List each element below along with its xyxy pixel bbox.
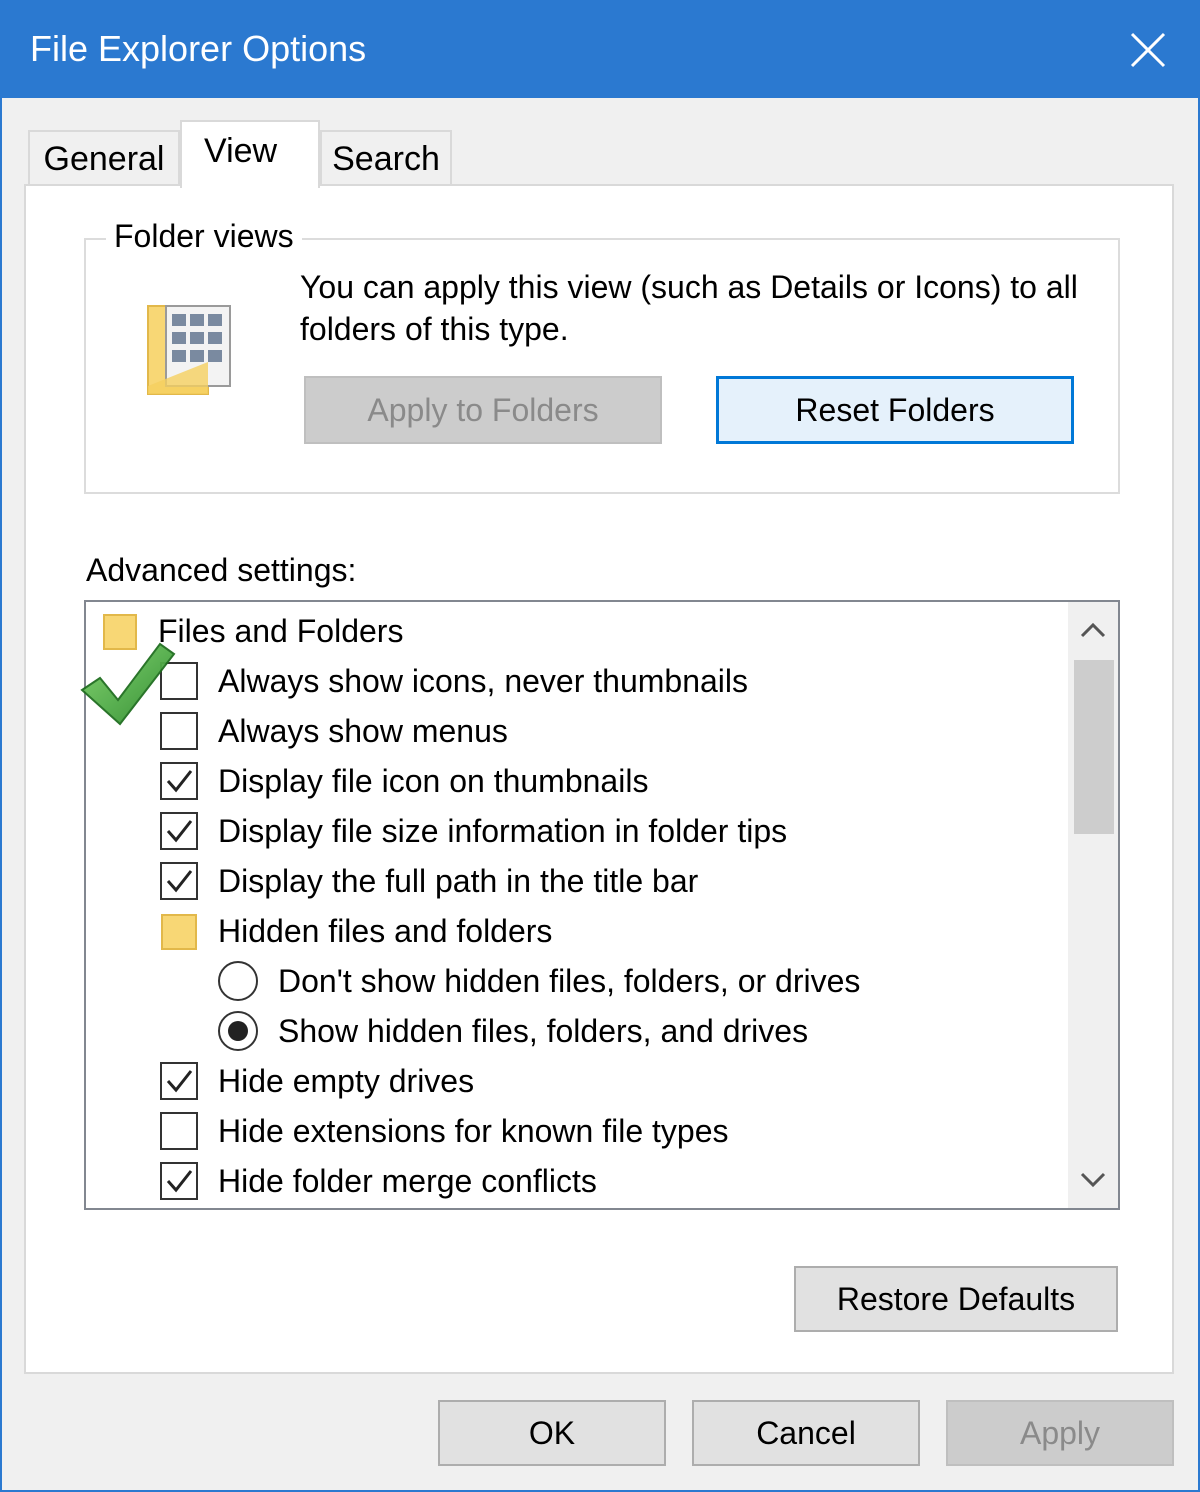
folder-icon <box>161 914 197 950</box>
advanced-settings-list[interactable]: Files and Folders Always show icons, nev… <box>84 600 1120 1210</box>
window-title: File Explorer Options <box>30 28 367 69</box>
radio-button[interactable] <box>218 961 258 1001</box>
ok-button[interactable]: OK <box>438 1400 666 1466</box>
list-item-label: Display file icon on thumbnails <box>218 762 649 799</box>
checkmark-icon <box>166 1070 193 1093</box>
scroll-up-button[interactable] <box>1068 602 1118 658</box>
list-item[interactable]: Display file size information in folder … <box>160 806 787 856</box>
vertical-scrollbar[interactable] <box>1068 602 1118 1208</box>
list-item-label: Display the full path in the title bar <box>218 862 699 899</box>
list-item[interactable]: Display file icon on thumbnails <box>160 756 648 806</box>
list-item[interactable]: Hide empty drives <box>160 1056 474 1106</box>
apply-to-folders-button[interactable]: Apply to Folders <box>304 376 662 444</box>
scrollbar-thumb[interactable] <box>1074 660 1114 834</box>
list-item-label: Files and Folders <box>158 612 404 649</box>
list-item[interactable]: Show hidden files, folders, and drives <box>218 1006 808 1056</box>
list-item-label: Show hidden files, folders, and drives <box>278 1012 809 1049</box>
tab-view[interactable]: View <box>180 120 320 188</box>
checkbox[interactable] <box>160 862 198 900</box>
checkmark-icon <box>166 820 193 843</box>
apply-button[interactable]: Apply <box>946 1400 1174 1466</box>
checkmark-icon <box>166 1170 193 1193</box>
checkbox[interactable] <box>160 1162 198 1200</box>
radio-selected-dot <box>228 1021 248 1041</box>
close-icon <box>1130 32 1166 68</box>
radio-button[interactable] <box>218 1011 258 1051</box>
list-item[interactable]: Don't show hidden files, folders, or dri… <box>218 956 860 1006</box>
advanced-settings-label: Advanced settings: <box>86 552 357 588</box>
file-explorer-options-dialog: File Explorer Options General View Searc… <box>0 0 1200 1492</box>
checkmark-icon <box>166 770 193 793</box>
view-tab-panel: Folder views You can apply this view (su… <box>24 184 1174 1374</box>
list-item-label: Hide empty drives <box>218 1062 475 1099</box>
tab-search[interactable]: Search <box>320 130 452 186</box>
checkmark-icon <box>166 870 193 893</box>
cancel-button[interactable]: Cancel <box>692 1400 920 1466</box>
list-item[interactable]: Always show menus <box>160 706 508 756</box>
list-item[interactable]: Display the full path in the title bar <box>160 856 698 906</box>
checkbox[interactable] <box>160 1062 198 1100</box>
folder-views-legend: Folder views <box>106 218 302 255</box>
list-item[interactable]: Hide folder merge conflicts <box>160 1156 597 1206</box>
list-item-label: Hide folder merge conflicts <box>218 1162 597 1199</box>
checkbox[interactable] <box>160 1112 198 1150</box>
green-checkmark-icon <box>80 642 176 726</box>
reset-folders-button[interactable]: Reset Folders <box>716 376 1074 444</box>
title-bar[interactable]: File Explorer Options <box>2 2 1198 98</box>
close-button[interactable] <box>1108 10 1188 90</box>
chevron-up-icon <box>1080 622 1106 638</box>
checkbox[interactable] <box>160 762 198 800</box>
scroll-down-button[interactable] <box>1068 1152 1118 1208</box>
checkbox[interactable] <box>160 812 198 850</box>
folder-views-description: You can apply this view (such as Details… <box>300 269 1078 347</box>
list-item-label: Always show icons, never thumbnails <box>218 662 749 699</box>
tab-general[interactable]: General <box>28 130 180 186</box>
list-item[interactable]: Hide extensions for known file types <box>160 1106 728 1156</box>
folder-views-group: Folder views You can apply this view (su… <box>84 218 1120 494</box>
chevron-down-icon <box>1080 1172 1106 1188</box>
list-item-label: Display file size information in folder … <box>218 812 788 849</box>
list-item-label: Hide extensions for known file types <box>218 1112 729 1149</box>
list-item-label: Hidden files and folders <box>218 912 553 949</box>
list-item[interactable]: Always show icons, never thumbnails <box>160 656 748 706</box>
restore-defaults-button[interactable]: Restore Defaults <box>794 1266 1118 1332</box>
list-item-label: Don't show hidden files, folders, or dri… <box>278 962 861 999</box>
folder-views-icon <box>147 305 231 395</box>
list-item-label: Always show menus <box>218 712 508 749</box>
list-item: Hidden files and folders <box>160 906 552 956</box>
